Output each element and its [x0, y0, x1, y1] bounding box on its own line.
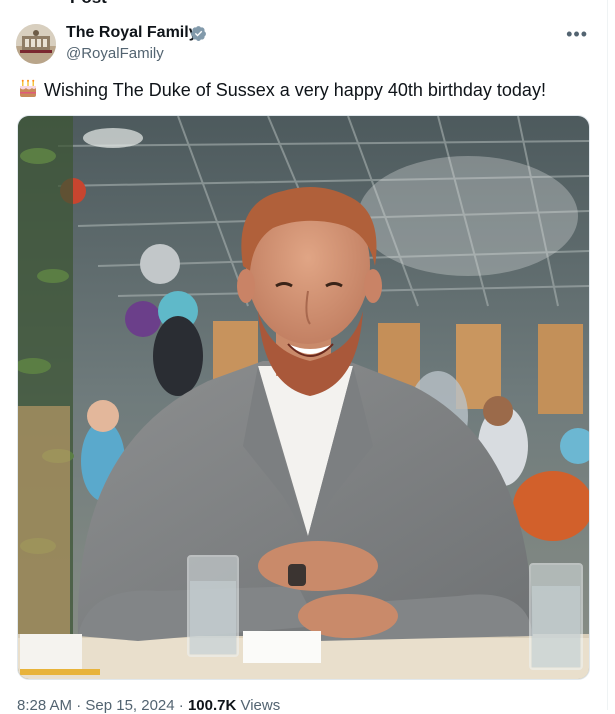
birthday-cake-icon — [20, 79, 36, 97]
author-handle[interactable]: @RoyalFamily — [66, 45, 164, 62]
timestamp[interactable]: 8:28 AM · Sep 15, 2024 · — [17, 697, 188, 714]
page-title: Post — [70, 0, 107, 8]
author-name[interactable]: The Royal Family — [66, 24, 198, 42]
tweet-text: Wishing The Duke of Sussex a very happy … — [18, 79, 546, 101]
tweet-photo[interactable] — [17, 115, 590, 680]
tweet-meta: 8:28 AM · Sep 15, 2024 · 100.7K Views — [17, 697, 280, 714]
verified-badge-icon — [191, 26, 206, 41]
column-divider — [607, 0, 608, 710]
tweet-body-text: Wishing The Duke of Sussex a very happy … — [44, 80, 546, 100]
views-count: 100.7K — [187, 697, 237, 714]
avatar[interactable] — [16, 24, 56, 64]
tweet-header: The Royal Family @RoyalFamily ••• — [16, 22, 596, 68]
views-label: Views — [236, 697, 281, 714]
more-options-button[interactable]: ••• — [566, 24, 588, 45]
